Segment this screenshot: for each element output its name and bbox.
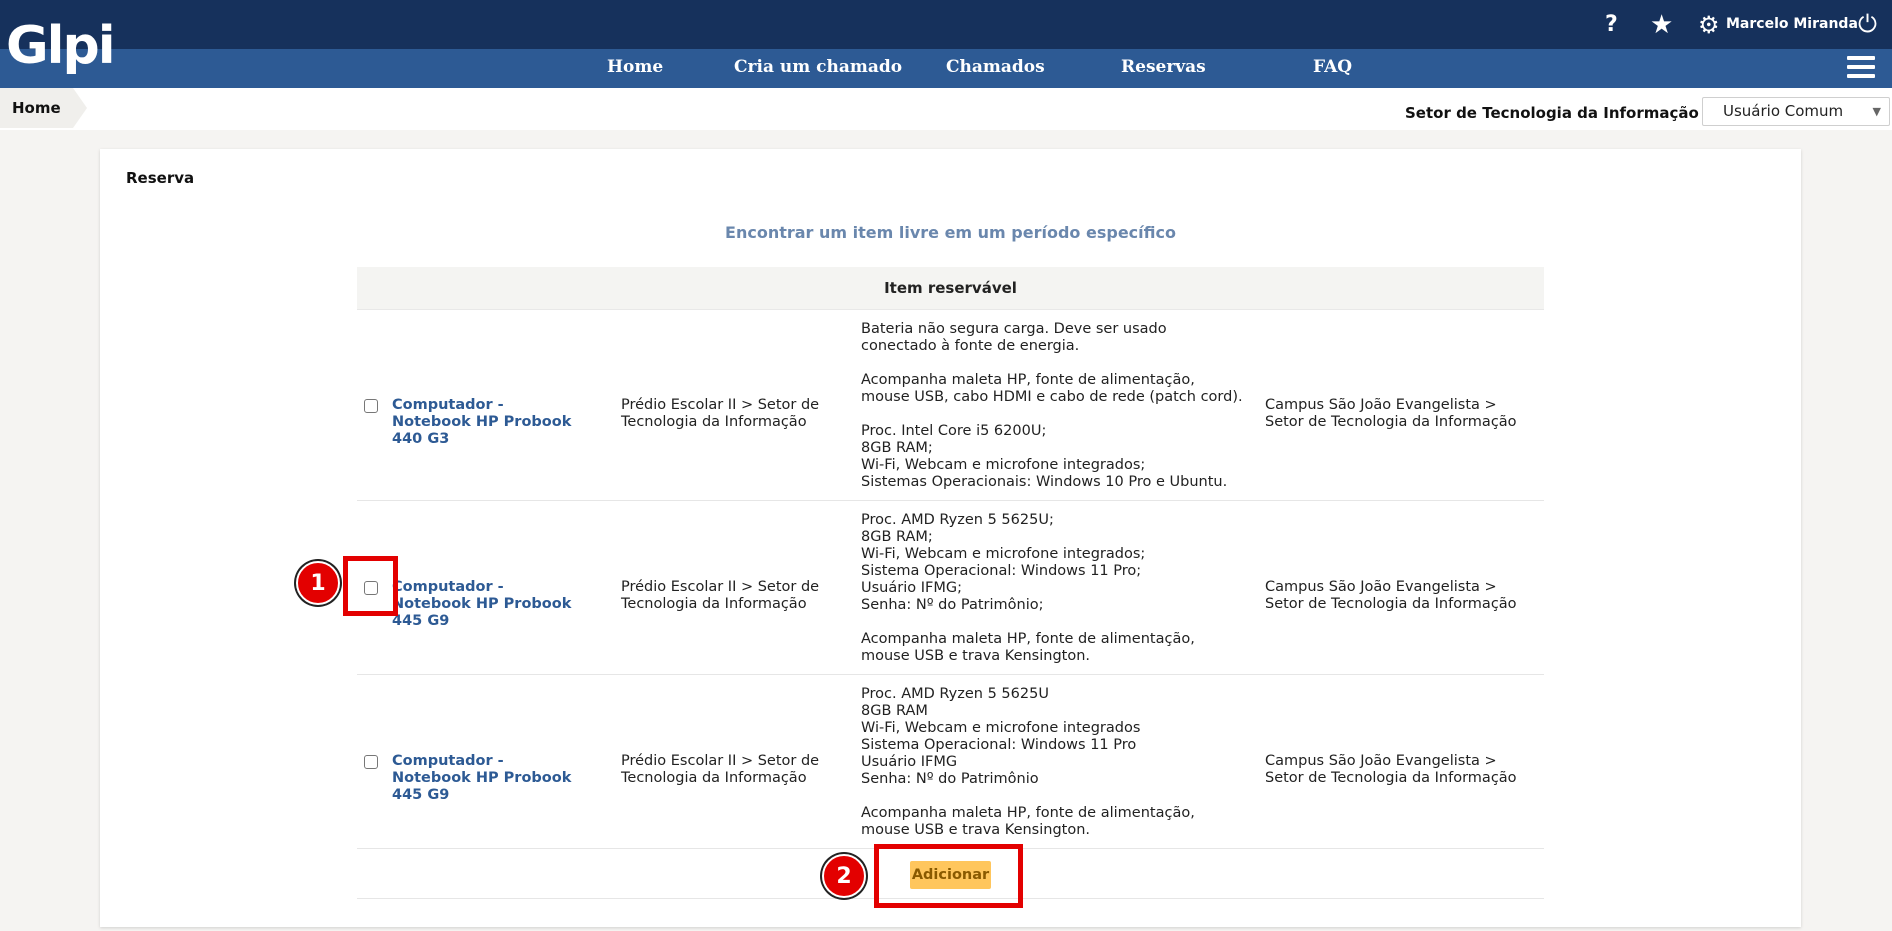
item-name-link[interactable]: Computador - Notebook HP Probook 445 G9 xyxy=(392,579,577,630)
card-title: Reserva xyxy=(126,169,195,187)
item-campus: Campus São João Evangelista > Setor de T… xyxy=(1265,753,1517,786)
profile-select[interactable]: Usuário Comum ▼ xyxy=(1702,97,1890,126)
highlight-box-checkbox xyxy=(343,556,398,616)
item-location: Prédio Escolar II > Setor de Tecnologia … xyxy=(621,397,820,430)
reservable-items-table: Item reservável Computador - Notebook HP… xyxy=(357,267,1544,899)
item-description: Proc. AMD Ryzen 5 5625U 8GB RAM Wi-Fi, W… xyxy=(861,686,1195,838)
table-row: Computador - Notebook HP Probook 445 G9 … xyxy=(357,501,1544,675)
item-campus: Campus São João Evangelista > Setor de T… xyxy=(1265,579,1517,612)
profile-selected-value: Usuário Comum xyxy=(1723,102,1844,120)
nav-item-chamados[interactable]: Chamados xyxy=(946,57,1045,77)
chevron-down-icon: ▼ xyxy=(1872,105,1881,118)
nav-item-reservas[interactable]: Reservas xyxy=(1121,57,1206,77)
item-description: Proc. AMD Ryzen 5 5625U; 8GB RAM; Wi-Fi,… xyxy=(861,512,1195,664)
item-location: Prédio Escolar II > Setor de Tecnologia … xyxy=(621,579,820,612)
reservation-card: Reserva Encontrar um item livre em um pe… xyxy=(100,149,1801,927)
table-header: Item reservável xyxy=(357,267,1544,310)
item-name-link[interactable]: Computador - Notebook HP Probook 440 G3 xyxy=(392,397,577,448)
table-row: Computador - Notebook HP Probook 440 G3 … xyxy=(357,310,1544,501)
item-campus: Campus São João Evangelista > Setor de T… xyxy=(1265,397,1517,430)
find-free-item-link[interactable]: Encontrar um item livre em um período es… xyxy=(100,223,1801,242)
gear-icon[interactable]: ⚙ xyxy=(1698,11,1722,39)
star-icon[interactable]: ★ xyxy=(1650,10,1676,40)
user-name-link[interactable]: Marcelo Miranda xyxy=(1726,16,1858,32)
glpi-logo[interactable]: Glpi xyxy=(6,14,118,78)
breadcrumb-home[interactable]: Home xyxy=(0,88,87,128)
item-description: Bateria não segura carga. Deve ser usado… xyxy=(861,321,1243,490)
hamburger-menu-icon[interactable] xyxy=(1847,56,1875,80)
help-icon[interactable]: ? xyxy=(1605,12,1627,37)
breadcrumb-row: Home Setor de Tecnologia da Informação U… xyxy=(0,88,1892,130)
step-marker-2: 2 xyxy=(822,854,866,898)
nav-item-faq[interactable]: FAQ xyxy=(1313,57,1352,77)
step-marker-1: 1 xyxy=(296,561,340,605)
item-checkbox[interactable] xyxy=(364,399,378,413)
item-location: Prédio Escolar II > Setor de Tecnologia … xyxy=(621,753,820,786)
item-name-link[interactable]: Computador - Notebook HP Probook 445 G9 xyxy=(392,753,577,804)
nav-item-home[interactable]: Home xyxy=(607,57,663,77)
logout-icon[interactable]: ⏻ xyxy=(1858,10,1882,38)
entity-label[interactable]: Setor de Tecnologia da Informação xyxy=(1405,104,1699,122)
table-row: Computador - Notebook HP Probook 445 G9 … xyxy=(357,675,1544,849)
nav-item-cria-chamado[interactable]: Cria um chamado xyxy=(734,57,902,77)
highlight-box-add-button xyxy=(874,844,1023,908)
item-checkbox[interactable] xyxy=(364,755,378,769)
